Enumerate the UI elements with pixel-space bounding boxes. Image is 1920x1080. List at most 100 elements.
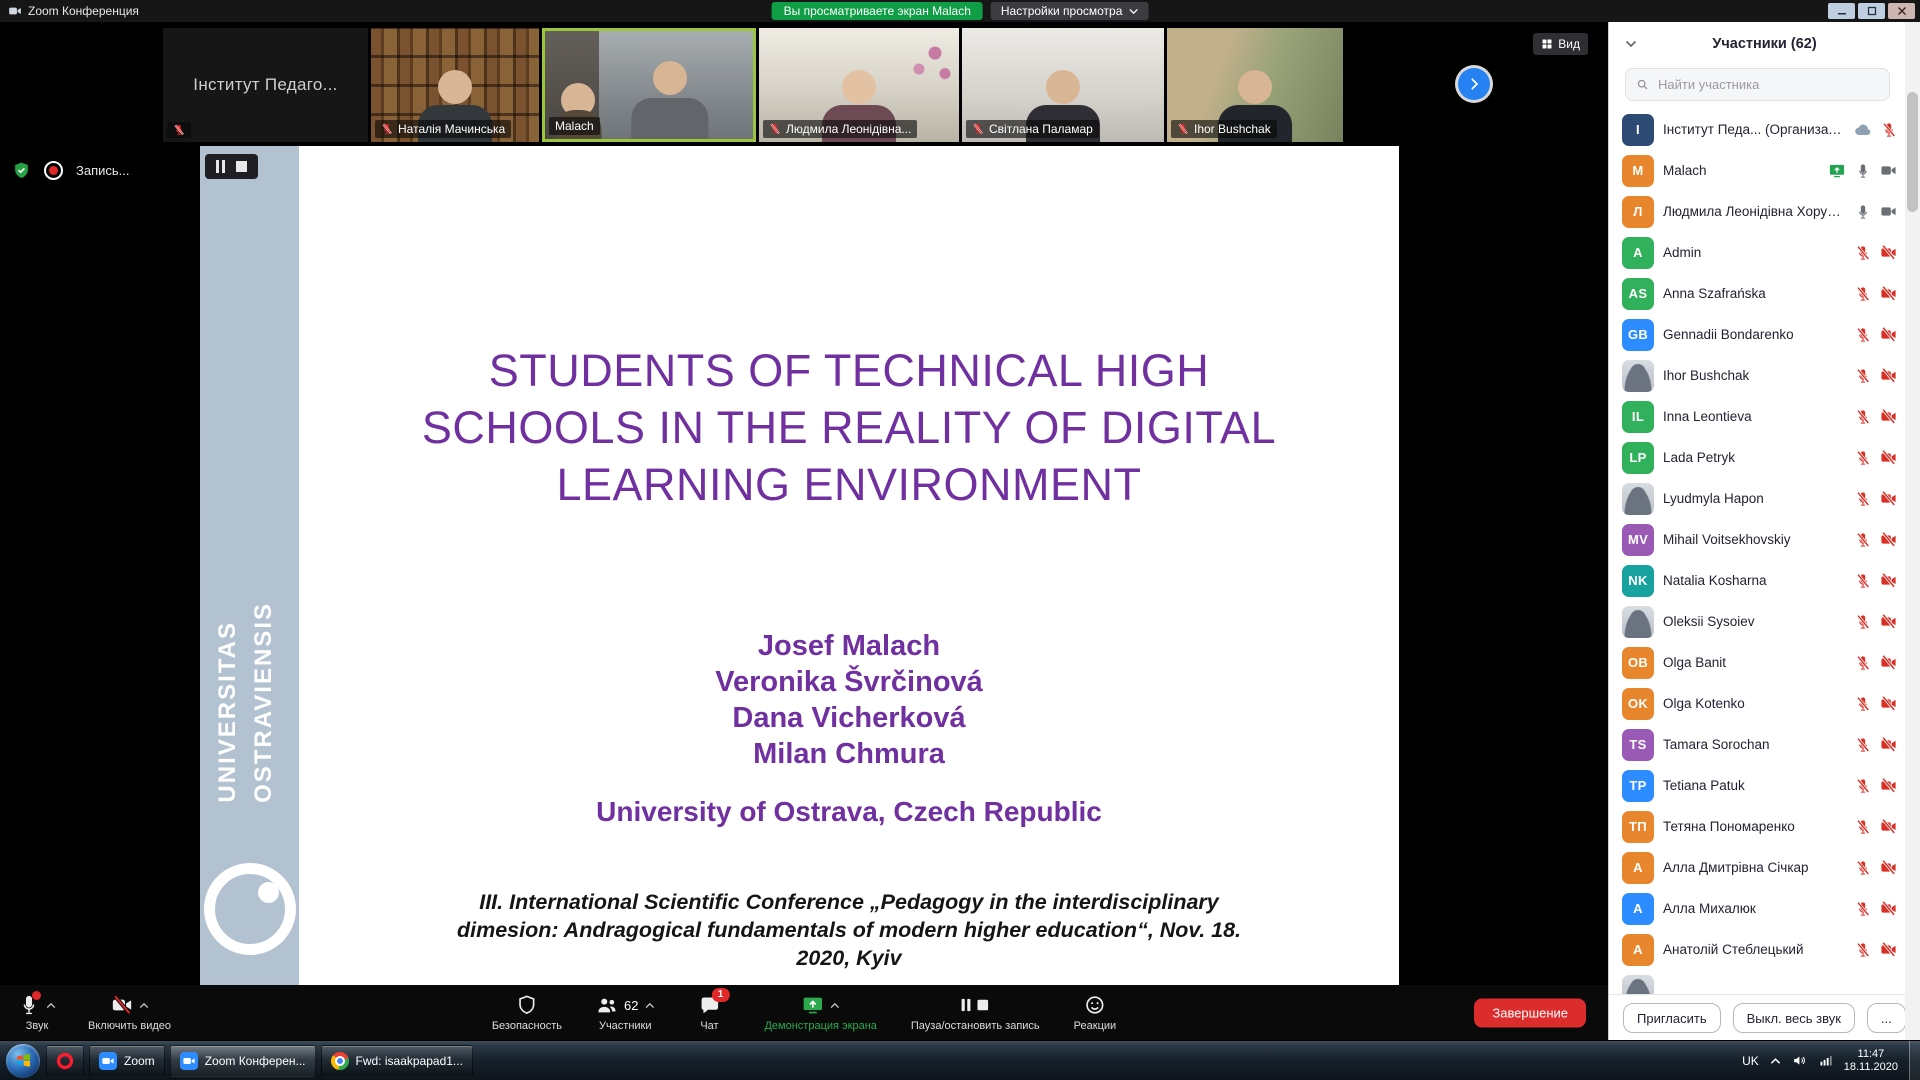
participant-row[interactable]: Oleksii Sysoiev bbox=[1609, 601, 1905, 642]
mic-off-icon[interactable] bbox=[1855, 573, 1871, 589]
mic-off-icon[interactable] bbox=[1855, 901, 1871, 917]
participant-row[interactable]: TSTamara Sorochan bbox=[1609, 724, 1905, 765]
collapse-panel-icon[interactable] bbox=[1625, 40, 1637, 48]
video-tile-3[interactable]: Malach bbox=[542, 28, 756, 142]
toolbar-video-button[interactable]: Включить видео bbox=[88, 994, 171, 1032]
hidden-icons-button[interactable] bbox=[1770, 1057, 1781, 1065]
invite-button[interactable]: Пригласить bbox=[1623, 1003, 1721, 1033]
toolbar-security-button[interactable]: Безопасность bbox=[492, 994, 562, 1032]
clock[interactable]: 11:47 18.11.2020 bbox=[1844, 1048, 1898, 1074]
cam-off-icon[interactable] bbox=[1880, 408, 1897, 425]
mic-off-icon[interactable] bbox=[1855, 245, 1871, 261]
view-settings-button[interactable]: Настройки просмотра bbox=[991, 2, 1149, 20]
more-options-button[interactable]: ... bbox=[1867, 1003, 1906, 1033]
cam-off-icon[interactable] bbox=[1880, 941, 1897, 958]
cam-off-icon[interactable] bbox=[1880, 367, 1897, 384]
maximize-button[interactable] bbox=[1858, 3, 1885, 19]
participant-row[interactable]: Lyudmyla Hapon bbox=[1609, 478, 1905, 519]
toolbar-participants-button[interactable]: 62Участники bbox=[596, 994, 654, 1032]
mic-off-icon[interactable] bbox=[1855, 696, 1871, 712]
end-meeting-button[interactable]: Завершение bbox=[1474, 999, 1586, 1028]
caret-up-icon[interactable] bbox=[644, 1002, 654, 1009]
taskbar-button-opera[interactable] bbox=[46, 1045, 84, 1077]
participant-row[interactable]: ЛЛюдмила Леонідівна Хоружа (... bbox=[1609, 191, 1905, 232]
cam-off-icon[interactable] bbox=[1880, 736, 1897, 753]
taskbar-button-zoom[interactable]: Zoom bbox=[89, 1045, 165, 1077]
cam-off-icon[interactable] bbox=[1880, 285, 1897, 302]
participant-row[interactable]: TPTetiana Patuk bbox=[1609, 765, 1905, 806]
mic-off-icon[interactable] bbox=[1855, 819, 1871, 835]
cam-off-icon[interactable] bbox=[1880, 777, 1897, 794]
mic-off-icon[interactable] bbox=[1855, 737, 1871, 753]
cam-off-icon[interactable] bbox=[1880, 326, 1897, 343]
mic-off-icon[interactable] bbox=[1855, 491, 1871, 507]
participant-row[interactable] bbox=[1609, 970, 1905, 994]
mic-off-icon[interactable] bbox=[1855, 655, 1871, 671]
start-button[interactable] bbox=[6, 1044, 40, 1078]
show-desktop-button[interactable] bbox=[1909, 1041, 1920, 1080]
cam-off-icon[interactable] bbox=[1880, 900, 1897, 917]
minimize-button[interactable] bbox=[1828, 3, 1855, 19]
caret-up-icon[interactable] bbox=[46, 1002, 56, 1009]
participant-row[interactable]: AАлла Михалюк bbox=[1609, 888, 1905, 929]
participant-row[interactable]: ASAnna Szafrańska bbox=[1609, 273, 1905, 314]
caret-up-icon[interactable] bbox=[830, 1002, 840, 1009]
participant-row[interactable]: GBGennadii Bondarenko bbox=[1609, 314, 1905, 355]
caret-up-icon[interactable] bbox=[139, 1002, 149, 1009]
participant-row[interactable]: AAdmin bbox=[1609, 232, 1905, 273]
scrollbar-thumb[interactable] bbox=[1907, 92, 1918, 212]
cloud-icon[interactable] bbox=[1854, 121, 1872, 139]
mute-all-button[interactable]: Выкл. весь звук bbox=[1733, 1003, 1855, 1033]
search-participant-input[interactable] bbox=[1656, 76, 1879, 93]
participant-row[interactable]: MVMihail Voitsekhovskiy bbox=[1609, 519, 1905, 560]
video-tile-5[interactable]: Світлана Паламар bbox=[962, 28, 1164, 142]
mic-off-icon[interactable] bbox=[1855, 286, 1871, 302]
video-tile-6[interactable]: Ihor Bushchak bbox=[1167, 28, 1343, 142]
network-icon[interactable] bbox=[1818, 1053, 1833, 1068]
cam-off-icon[interactable] bbox=[1880, 531, 1897, 548]
participant-row[interactable]: MMalach bbox=[1609, 150, 1905, 191]
taskbar-button-chrome-mail[interactable]: Fwd: isaakpapad1... bbox=[321, 1045, 473, 1077]
mic-off-icon[interactable] bbox=[1855, 409, 1871, 425]
cam-off-icon[interactable] bbox=[1880, 695, 1897, 712]
cam-off-icon[interactable] bbox=[1880, 490, 1897, 507]
toolbar-share-button[interactable]: Демонстрация экрана bbox=[764, 994, 876, 1032]
toolbar-chat-button[interactable]: 1Чат bbox=[688, 994, 730, 1032]
volume-icon[interactable] bbox=[1792, 1053, 1807, 1068]
cam-off-icon[interactable] bbox=[1880, 818, 1897, 835]
cam-off-icon[interactable] bbox=[1880, 244, 1897, 261]
mic-icon[interactable] bbox=[1855, 163, 1871, 179]
participant-row[interactable]: ТПТетяна Пономаренко bbox=[1609, 806, 1905, 847]
cam-off-icon[interactable] bbox=[1880, 613, 1897, 630]
participant-row[interactable]: OBOlga Banit bbox=[1609, 642, 1905, 683]
taskbar-button-zoom-meeting[interactable]: Zoom Конферен... bbox=[170, 1045, 316, 1077]
cam-off-icon[interactable] bbox=[1880, 572, 1897, 589]
mic-off-icon[interactable] bbox=[1855, 614, 1871, 630]
security-shield-icon[interactable] bbox=[12, 160, 31, 181]
mic-off-icon[interactable] bbox=[1855, 368, 1871, 384]
toolbar-record-button[interactable]: Пауза/остановить запись bbox=[911, 994, 1040, 1032]
mic-off-icon[interactable] bbox=[1855, 942, 1871, 958]
toolbar-audio-button[interactable]: Звук bbox=[16, 994, 58, 1032]
participant-row[interactable]: NKNatalia Kosharna bbox=[1609, 560, 1905, 601]
mic-off-icon[interactable] bbox=[1881, 122, 1897, 138]
participant-row[interactable]: AАнатолій Стеблецький bbox=[1609, 929, 1905, 970]
language-indicator[interactable]: UK bbox=[1742, 1054, 1759, 1068]
mic-off-icon[interactable] bbox=[1855, 450, 1871, 466]
pause-recording-icon[interactable] bbox=[216, 160, 225, 173]
panel-scrollbar[interactable] bbox=[1905, 22, 1920, 1041]
recording-pause-stop-control[interactable] bbox=[205, 154, 258, 179]
video-tile-1[interactable]: Інститут Педаго... bbox=[163, 28, 368, 142]
mic-off-icon[interactable] bbox=[1855, 327, 1871, 343]
next-participants-page-button[interactable] bbox=[1458, 68, 1490, 100]
toolbar-reactions-button[interactable]: Реакции bbox=[1074, 994, 1117, 1032]
participant-row[interactable]: AАлла Дмитрівна Січкар bbox=[1609, 847, 1905, 888]
stop-recording-icon[interactable] bbox=[236, 161, 247, 172]
cam-off-icon[interactable] bbox=[1880, 449, 1897, 466]
mic-icon[interactable] bbox=[1855, 204, 1871, 220]
close-button[interactable] bbox=[1888, 3, 1915, 19]
cam-icon[interactable] bbox=[1880, 162, 1897, 179]
cam-icon[interactable] bbox=[1880, 203, 1897, 220]
video-tile-4[interactable]: Людмила Леонідівна... bbox=[759, 28, 959, 142]
share-green-icon[interactable] bbox=[1828, 162, 1846, 180]
